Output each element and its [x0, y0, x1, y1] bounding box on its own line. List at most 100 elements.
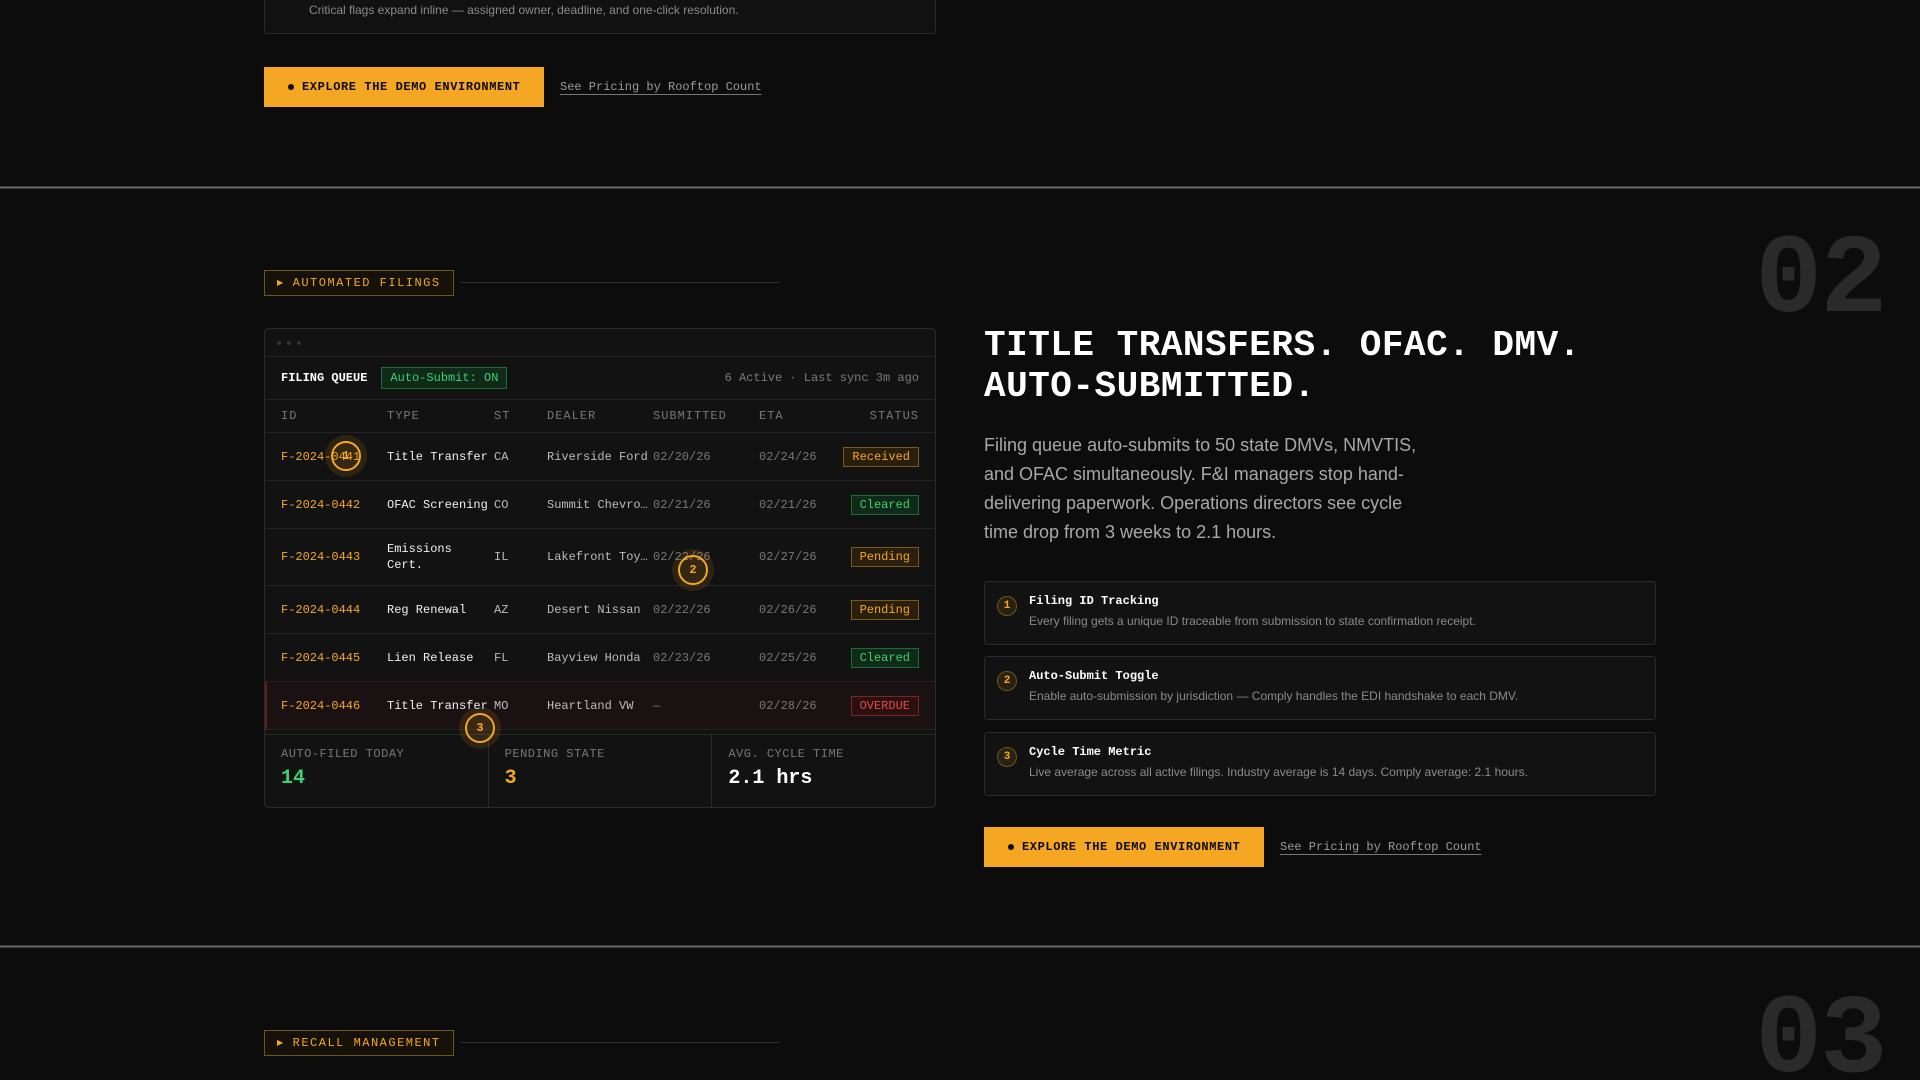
callout-marker-3[interactable]: 3: [465, 713, 495, 743]
filing-dealer: Bayview Honda: [547, 650, 641, 665]
status-badge: Received: [843, 446, 919, 467]
filing-type: Title Transfer: [387, 449, 488, 464]
filing-type: Title Transfer: [387, 698, 488, 713]
section-tag-label: AUTOMATED FILINGS: [292, 276, 441, 290]
filing-eta: 02/28/26: [759, 698, 817, 713]
stat-value: 14: [281, 767, 306, 790]
filing-dealer: Riverside Ford: [547, 449, 648, 464]
filing-state: IL: [494, 550, 509, 564]
feature-description: Live average across all active filings. …: [1029, 765, 1528, 779]
filing-submitted: 02/23/26: [653, 650, 711, 665]
explore-demo-label: EXPLORE THE DEMO ENVIRONMENT: [302, 80, 521, 94]
filing-queue-panel: FILING QUEUE Auto-Submit: ON 6 Active · …: [264, 328, 936, 808]
stat-pending-state: PENDING STATE 3: [489, 735, 713, 807]
feature-title: Cycle Time Metric: [1029, 745, 1152, 759]
filing-dealer: Heartland VW: [547, 698, 634, 713]
table-row[interactable]: F-2024-0445 Lien Release FL Bayview Honda 02…: [265, 634, 935, 682]
filing-eta: 02/26/26: [759, 602, 817, 617]
feature-filing-id: 1 Filing ID Tracking Every filing gets a…: [984, 581, 1656, 645]
feature-description: Every filing gets a unique ID traceable …: [1029, 614, 1476, 628]
filing-state: MO: [494, 698, 509, 713]
filing-id[interactable]: F-2024-0442: [281, 498, 387, 512]
filing-id[interactable]: F-2024-0445: [281, 651, 387, 665]
section-number: 02: [1755, 218, 1887, 345]
feature-title: Filing ID Tracking: [1029, 594, 1159, 608]
feature-cycle-time: 3 Cycle Time Metric Live average across …: [984, 732, 1656, 796]
status-badge: OVERDUE: [850, 695, 919, 716]
table-row[interactable]: F-2024-0444 Reg Renewal AZ Desert Nissan 02/…: [265, 586, 935, 634]
filing-state: AZ: [494, 602, 509, 617]
col-status[interactable]: STATUS: [839, 409, 919, 423]
filing-eta: 02/27/26: [759, 550, 817, 564]
col-dealer[interactable]: DEALER: [547, 409, 653, 423]
status-cell: Received: [839, 446, 919, 467]
pricing-link[interactable]: See Pricing by Rooftop Count: [560, 80, 762, 94]
queue-meta: 6 Active · Last sync 3m ago: [724, 371, 919, 385]
section-headline: TITLE TRANSFERS. OFAC. DMV. AUTO-SUBMITT…: [984, 325, 1624, 407]
status-badge: Cleared: [850, 494, 919, 515]
col-state[interactable]: ST: [494, 409, 547, 423]
col-id[interactable]: ID: [281, 409, 387, 423]
filing-id[interactable]: F-2024-0443: [281, 550, 387, 564]
filing-eta: 02/21/26: [759, 497, 817, 512]
section-tag: ▶ AUTOMATED FILINGS: [264, 270, 454, 296]
callout-marker-2[interactable]: 2: [678, 555, 708, 585]
auto-submit-toggle[interactable]: Auto-Submit: ON: [381, 367, 508, 389]
filing-submitted: —: [653, 698, 661, 713]
bullet-icon: [288, 84, 294, 90]
headline-line-1: TITLE TRANSFERS. OFAC. DMV.: [984, 325, 1581, 366]
filing-eta: 02/24/26: [759, 449, 817, 464]
section-number: 03: [1755, 978, 1887, 1080]
filing-state: CA: [494, 449, 509, 464]
stat-label: PENDING STATE: [504, 747, 605, 761]
section-divider: [0, 945, 1920, 948]
feature-title: Auto-Submit Toggle: [1029, 669, 1159, 683]
headline-line-2: AUTO-SUBMITTED.: [984, 366, 1316, 407]
filing-state: FL: [494, 650, 509, 665]
status-badge: Pending: [850, 599, 919, 620]
table-row[interactable]: F-2024-0443 Emissions Cert. IL Lakefront To…: [265, 529, 935, 586]
explore-demo-button[interactable]: EXPLORE THE DEMO ENVIRONMENT: [984, 827, 1265, 867]
status-cell: Cleared: [839, 494, 919, 515]
stat-cycle-time: AVG. CYCLE TIME 2.1 hrs: [712, 735, 935, 807]
alert-feature-card: Critical flags expand inline — assigned …: [264, 0, 936, 34]
stat-label: AUTO-FILED TODAY: [281, 747, 405, 761]
explore-demo-label: EXPLORE THE DEMO ENVIRONMENT: [1022, 840, 1241, 854]
stat-auto-filed: AUTO-FILED TODAY 14: [265, 735, 489, 807]
queue-stats: AUTO-FILED TODAY 14 PENDING STATE 3 AVG.…: [265, 734, 935, 807]
feature-number-icon: 1: [997, 596, 1017, 616]
feature-description: Enable auto-submission by jurisdiction —…: [1029, 689, 1519, 703]
feature-auto-submit: 2 Auto-Submit Toggle Enable auto-submiss…: [984, 656, 1656, 720]
status-cell: Pending: [839, 599, 919, 620]
filing-id[interactable]: F-2024-0446: [281, 699, 387, 713]
col-type[interactable]: TYPE: [387, 409, 494, 423]
filing-id[interactable]: F-2024-0444: [281, 603, 387, 617]
status-badge: Cleared: [850, 647, 919, 668]
window-chrome: [265, 329, 935, 357]
filing-state: CO: [494, 497, 509, 512]
status-badge: Pending: [850, 547, 919, 567]
col-eta[interactable]: ETA: [759, 409, 839, 423]
section-paragraph: Filing queue auto-submits to 50 state DM…: [984, 435, 1417, 542]
section-divider: [0, 186, 1920, 189]
filing-type: Reg Renewal: [387, 602, 467, 617]
table-row[interactable]: F-2024-0446 Title Transfer MO Heartland VW —…: [265, 682, 935, 730]
queue-header: FILING QUEUE Auto-Submit: ON 6 Active · …: [265, 357, 935, 400]
table-row[interactable]: F-2024-0441 Title Transfer CA Riverside For…: [265, 433, 935, 481]
status-cell: Cleared: [839, 647, 919, 668]
filing-type: Emissions Cert.: [387, 542, 452, 572]
callout-marker-1[interactable]: 1: [331, 441, 361, 471]
col-submitted[interactable]: SUBMITTED: [653, 409, 759, 423]
pricing-link[interactable]: See Pricing by Rooftop Count: [1280, 840, 1482, 854]
filing-type: Lien Release: [387, 650, 474, 665]
tag-rule: [460, 282, 780, 283]
explore-demo-button[interactable]: EXPLORE THE DEMO ENVIRONMENT: [264, 67, 545, 107]
triangle-right-icon: ▶: [277, 279, 285, 288]
bullet-icon: [1008, 844, 1014, 850]
triangle-right-icon: ▶: [277, 1039, 285, 1048]
status-cell: OVERDUE: [839, 695, 919, 716]
feature-number-icon: 2: [997, 671, 1017, 691]
table-header: ID TYPE ST DEALER SUBMITTED ETA STATUS: [265, 400, 935, 433]
filing-submitted: 02/21/26: [653, 497, 711, 512]
table-row[interactable]: F-2024-0442 OFAC Screening CO Summit Chevro…: [265, 481, 935, 529]
